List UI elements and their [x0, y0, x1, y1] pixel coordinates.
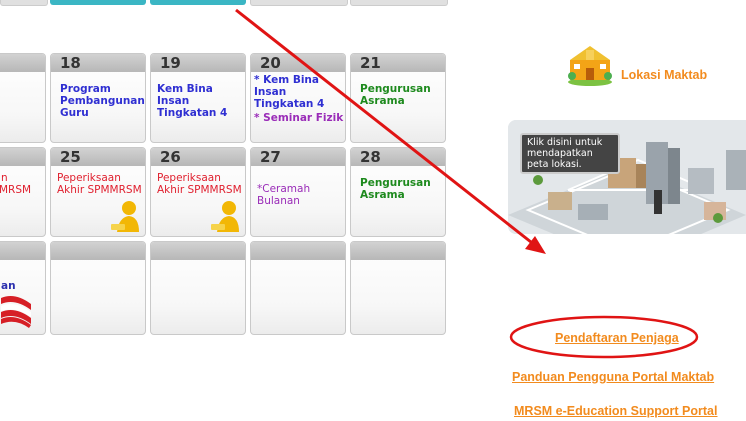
day-number: 26	[160, 148, 181, 166]
event-calendar: 18 Program Pembangunan Guru 19 Kem Bina …	[0, 0, 448, 340]
calendar-day-24[interactable]: n MRSM	[0, 147, 46, 237]
day-number: 20	[260, 54, 281, 72]
lokasi-maktab-link[interactable]: Lokasi Maktab	[621, 68, 707, 82]
calendar-day-empty[interactable]	[150, 241, 246, 335]
calendar-day-27[interactable]: 27 *Ceramah Bulanan	[250, 147, 346, 237]
calendar-row-top	[350, 0, 448, 6]
calendar-row-top	[250, 0, 348, 6]
panduan-pengguna-link[interactable]: Panduan Pengguna Portal Maktab	[512, 370, 714, 384]
calendar-event[interactable]: Peperiksaan Akhir SPMMRSM	[57, 172, 145, 196]
calendar-event[interactable]: MRSM	[0, 184, 45, 196]
malaysia-flag-icon	[1, 296, 31, 328]
calendar-event[interactable]: Pengurusan Asrama	[360, 83, 445, 107]
calendar-event[interactable]: n	[1, 172, 45, 184]
annotation-arrowhead	[525, 236, 546, 254]
map-caption-bubble: Klik disini untuk mendapatkan peta lokas…	[520, 133, 620, 174]
day-number: 25	[60, 148, 81, 166]
support-portal-link[interactable]: MRSM e-Education Support Portal	[514, 404, 717, 418]
day-number: 28	[360, 148, 381, 166]
calendar-event[interactable]: * Seminar Fizik	[254, 112, 345, 124]
calendar-event[interactable]: Kem Bina Insan Tingkatan 4	[157, 83, 245, 119]
school-building-icon	[568, 46, 612, 86]
calendar-day-empty[interactable]	[250, 241, 346, 335]
exam-person-icon	[211, 201, 239, 232]
calendar-day-19[interactable]: 19 Kem Bina Insan Tingkatan 4	[150, 53, 246, 143]
calendar-event[interactable]: Peperiksaan Akhir SPMMRSM	[157, 172, 245, 196]
calendar-day-20[interactable]: 20 * Kem Bina Insan Tingkatan 4 * Semina…	[250, 53, 346, 143]
calendar-day-17[interactable]	[0, 53, 46, 143]
calendar-event[interactable]: Pengurusan Asrama	[360, 177, 445, 201]
calendar-event[interactable]: * Kem Bina Insan Tingkatan 4	[254, 74, 345, 110]
calendar-day-18[interactable]: 18 Program Pembangunan Guru	[50, 53, 146, 143]
calendar-day-26[interactable]: 26 Peperiksaan Akhir SPMMRSM	[150, 147, 246, 237]
calendar-day-25[interactable]: 25 Peperiksaan Akhir SPMMRSM	[50, 147, 146, 237]
day-number: 19	[160, 54, 181, 72]
calendar-day-28[interactable]: 28 Pengurusan Asrama	[350, 147, 446, 237]
calendar-day-21[interactable]: 21 Pengurusan Asrama	[350, 53, 446, 143]
day-number: 21	[360, 54, 381, 72]
calendar-day-31[interactable]: an	[0, 241, 46, 335]
pendaftaran-penjaga-link[interactable]: Pendaftaran Penjaga	[555, 331, 679, 345]
day-number: 18	[60, 54, 81, 72]
exam-person-icon	[111, 201, 139, 232]
calendar-row-top	[150, 0, 246, 5]
calendar-row-top	[0, 0, 48, 6]
location-map-banner[interactable]: Klik disini untuk mendapatkan peta lokas…	[508, 120, 746, 234]
calendar-event[interactable]: an	[1, 280, 45, 292]
calendar-event[interactable]: *Ceramah Bulanan	[257, 183, 345, 207]
day-number: 27	[260, 148, 281, 166]
calendar-event[interactable]: Program Pembangunan Guru	[60, 83, 145, 119]
calendar-row-top	[50, 0, 146, 5]
calendar-day-empty[interactable]	[350, 241, 446, 335]
calendar-day-empty[interactable]	[50, 241, 146, 335]
